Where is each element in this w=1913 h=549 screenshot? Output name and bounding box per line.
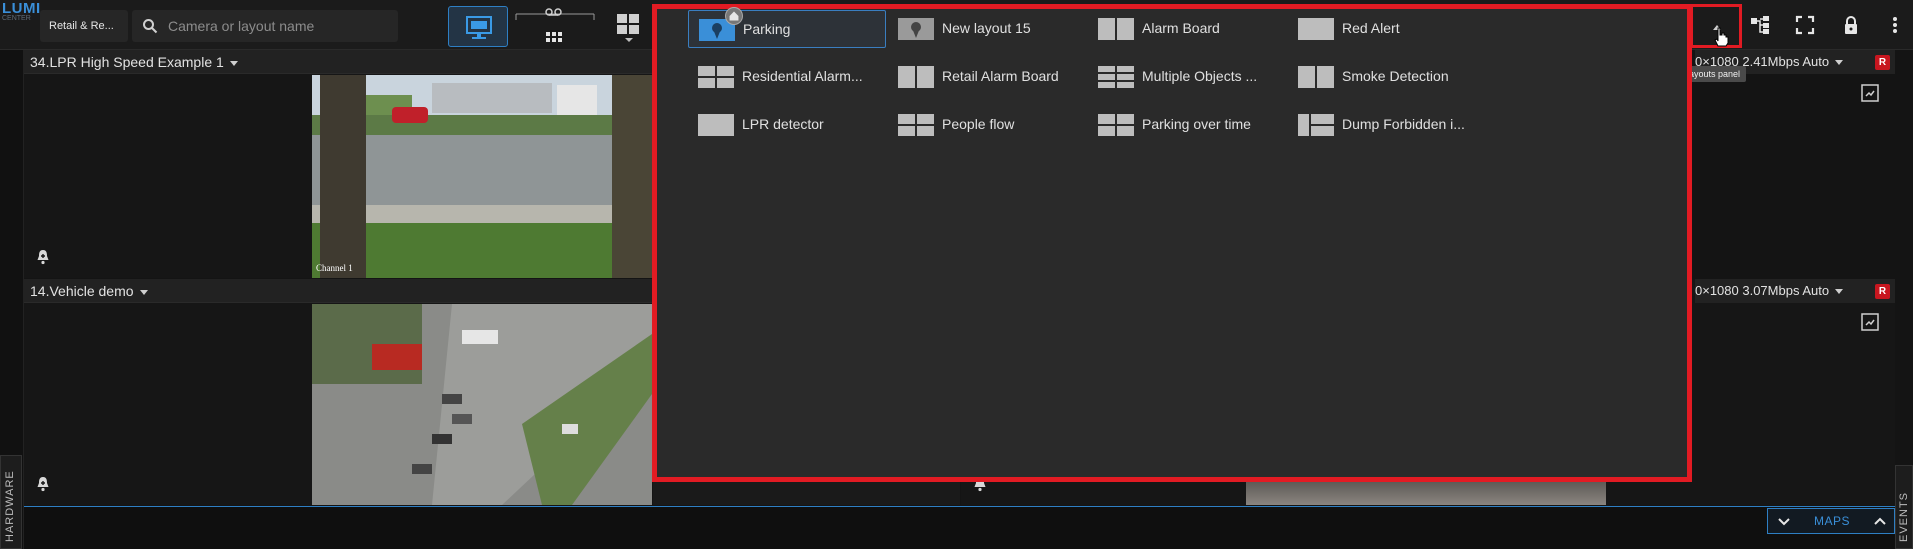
more-menu-icon[interactable] [1885,15,1905,35]
hardware-tab-label: HARDWARE [4,470,16,542]
layout-name: Retail Alarm Board [942,68,1059,84]
layout-name: Parking over time [1142,116,1251,132]
chevron-up-icon[interactable] [1874,516,1886,526]
layout-thumbnail-icon [1098,114,1134,136]
hand-cursor-icon [1714,27,1729,47]
chevron-down-icon [139,289,148,295]
layout-name: Red Alert [1342,20,1400,36]
layout-item[interactable]: People flow [888,106,1086,144]
maps-label: MAPS [1814,514,1851,528]
logo-subtext: CENTER [2,15,31,22]
chevron-down-icon [1835,60,1844,66]
layout-item[interactable]: Dump Forbidden i... [1288,106,1486,144]
layout-thumbnail-icon [1298,18,1334,40]
site-selector[interactable]: Retail & Re... [40,10,128,42]
camera-scene-image [312,75,652,278]
layout-item[interactable]: Alarm Board [1088,10,1286,48]
camera-cell[interactable]: 34.LPR High Speed Example 1 Channel 1 [24,50,652,278]
grid-layout-icon [617,14,639,42]
layout-item[interactable]: LPR detector [688,106,886,144]
archive-button[interactable] [514,6,600,47]
layout-grid-button[interactable] [614,10,644,44]
stream-info[interactable]: 0×1080 3.07Mbps Auto [1695,283,1844,298]
hardware-tab[interactable]: HARDWARE [0,455,22,549]
hierarchy-icon[interactable] [1750,15,1770,35]
layout-name: Dump Forbidden i... [1342,116,1465,132]
fullscreen-icon[interactable] [1795,15,1815,35]
layouts-panel: Parking New layout 15 Alarm Board Red Alert… [652,4,1692,482]
layout-item[interactable]: Parking [688,7,886,48]
camera-video-feed [1246,482,1606,505]
layout-thumbnail-icon [898,114,934,136]
chevron-down-icon [1835,289,1844,295]
camera-title-text: 34.LPR High Speed Example 1 [30,54,224,70]
bell-alarm-icon[interactable] [34,475,52,493]
layout-name: LPR detector [742,116,824,132]
search-icon [143,19,158,34]
layout-thumbnail-icon [698,114,734,136]
search-box[interactable] [132,10,398,42]
layout-item[interactable]: Parking over time [1088,106,1286,144]
layout-item[interactable]: Red Alert [1288,10,1486,48]
layout-item[interactable]: Smoke Detection [1288,58,1486,96]
layout-name: New layout 15 [942,20,1031,36]
layout-name: Alarm Board [1142,20,1220,36]
layout-thumbnail-icon [1298,66,1334,88]
home-icon [725,7,743,25]
chevron-down-icon [229,60,238,66]
layout-item[interactable]: Residential Alarm... [688,58,886,96]
app-logo: LUMI CENTER [0,0,40,26]
search-input[interactable] [168,16,388,36]
lock-icon[interactable] [1841,15,1861,35]
layout-item[interactable]: Retail Alarm Board [888,58,1086,96]
camera-cell-header: 34.LPR High Speed Example 1 [24,50,652,74]
camera-cell[interactable]: 14.Vehicle demo [24,279,652,505]
layout-thumbnail-icon [1098,18,1134,40]
layout-thumbnail-icon [1098,66,1134,88]
camera-video-feed [312,304,652,505]
snapshot-icon[interactable] [1860,83,1880,103]
camera-video-feed: Channel 1 [312,75,652,278]
layout-thumbnail-icon [898,66,934,88]
camera-scene-image [312,304,652,505]
maps-panel-bar[interactable]: MAPS [1767,508,1895,534]
layout-name: Parking [743,21,791,37]
layout-item[interactable]: Multiple Objects ... [1088,58,1286,96]
camera-cell-header: 0×1080 3.07Mbps Auto R [1695,279,1895,303]
layout-item[interactable]: New layout 15 [888,10,1086,48]
recording-badge: R [1875,284,1890,299]
camera-title[interactable]: 34.LPR High Speed Example 1 [30,54,238,70]
archive-tape-icon [515,8,595,42]
layout-thumbnail-icon [698,66,734,88]
recording-badge: R [1875,55,1890,70]
camera-cell-header: 14.Vehicle demo [24,279,652,303]
monitor-icon [466,16,492,39]
chevron-down-icon[interactable] [1778,517,1790,527]
layout-thumbnail-icon [898,18,934,40]
bottom-bar [24,506,1895,549]
stream-info-text: 0×1080 3.07Mbps Auto [1695,283,1830,298]
camera-title[interactable]: 14.Vehicle demo [30,283,148,299]
live-view-button[interactable] [448,6,508,47]
snapshot-icon[interactable] [1860,312,1880,332]
app-window: LUMI CENTER Retail & Re... Camera or lay… [0,0,1913,549]
camera-title-text: 14.Vehicle demo [30,283,134,299]
layout-name: Residential Alarm... [742,68,863,84]
events-tab[interactable]: EVENTS [1895,465,1913,549]
layout-name: Multiple Objects ... [1142,68,1258,84]
camera-overlay-label: Channel 1 [316,263,353,273]
layout-thumbnail-icon [1298,114,1334,136]
events-tab-label: EVENTS [1898,491,1910,542]
layout-name: People flow [942,116,1015,132]
bell-alarm-icon[interactable] [34,248,52,266]
layout-name: Smoke Detection [1342,68,1449,84]
